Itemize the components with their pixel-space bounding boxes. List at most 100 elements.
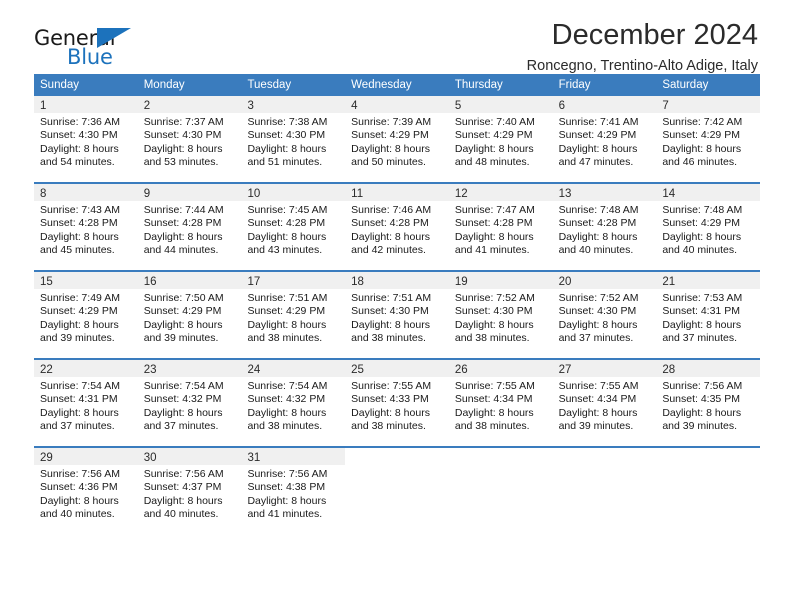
sunset-text: Sunset: 4:28 PM: [558, 217, 637, 230]
calendar-week-row: 8 Sunrise: 7:43 AM Sunset: 4:28 PM Daylight…: [34, 182, 761, 264]
day-number: 31: [247, 452, 261, 464]
day-cell[interactable]: 4 Sunrise: 7:39 AM Sunset: 4:29 PM Daylight…: [345, 96, 449, 176]
day-info: Sunrise: 7:53 AM Sunset: 4:31 PM Daylight:…: [656, 289, 760, 346]
day-number: 2: [143, 100, 151, 112]
day-cell[interactable]: 28 Sunrise: 7:56 AM Sunset: 4:35 PM Dayligh…: [656, 360, 761, 440]
sunset-text: Sunset: 4:28 PM: [143, 217, 222, 230]
day-cell[interactable]: 3 Sunrise: 7:38 AM Sunset: 4:30 PM Daylight…: [241, 96, 346, 176]
day-info: Sunrise: 7:47 AM Sunset: 4:28 PM Daylight:…: [449, 201, 553, 258]
day-cell[interactable]: 24 Sunrise: 7:54 AM Sunset: 4:32 PM Dayligh…: [241, 360, 346, 440]
sunset-text: Sunset: 4:31 PM: [662, 305, 740, 318]
daylight-text-line1: Daylight: 8 hours: [40, 318, 119, 331]
day-info: Sunrise: 7:52 AM Sunset: 4:30 PM Daylight:…: [449, 289, 553, 346]
day-cell[interactable]: 5 Sunrise: 7:40 AM Sunset: 4:29 PM Daylight…: [448, 96, 553, 176]
day-info: Sunrise: 7:55 AM Sunset: 4:34 PM Daylight:…: [449, 377, 553, 434]
daylight-text-line1: Daylight: 8 hours: [40, 142, 119, 155]
calendar-week-row: 29 Sunrise: 7:56 AM Sunset: 4:36 PM Dayligh…: [34, 446, 761, 528]
day-cell[interactable]: 26 Sunrise: 7:55 AM Sunset: 4:34 PM Dayligh…: [448, 360, 553, 440]
day-cell[interactable]: 25 Sunrise: 7:55 AM Sunset: 4:33 PM Dayligh…: [345, 360, 449, 440]
daylight-text-line1: Daylight: 8 hours: [662, 406, 742, 419]
day-number-band: [553, 448, 657, 465]
daylight-text-line2: and 44 minutes.: [143, 244, 219, 257]
day-number-band: 13: [552, 184, 657, 201]
day-number: 24: [247, 364, 261, 376]
day-info: Sunrise: 7:51 AM Sunset: 4:29 PM Daylight:…: [241, 289, 345, 346]
day-number: 9: [143, 188, 151, 200]
day-info: Sunrise: 7:44 AM Sunset: 4:28 PM Daylight:…: [138, 201, 242, 258]
daylight-text-line2: and 48 minutes.: [454, 156, 530, 169]
day-number: 30: [143, 452, 157, 464]
day-cell[interactable]: 19 Sunrise: 7:52 AM Sunset: 4:30 PM Dayligh…: [448, 272, 553, 352]
daylight-text-line2: and 39 minutes.: [143, 332, 219, 345]
day-cell[interactable]: 17 Sunrise: 7:51 AM Sunset: 4:29 PM Dayligh…: [241, 272, 346, 352]
day-number-band: 26: [448, 360, 553, 377]
day-number: 3: [247, 100, 254, 112]
day-number-band: 15: [34, 272, 138, 289]
day-cell[interactable]: 23 Sunrise: 7:54 AM Sunset: 4:32 PM Dayligh…: [137, 360, 242, 440]
sunset-text: Sunset: 4:34 PM: [454, 393, 533, 406]
day-cell[interactable]: 10 Sunrise: 7:45 AM Sunset: 4:28 PM Dayligh…: [241, 184, 346, 264]
daylight-text-line1: Daylight: 8 hours: [351, 406, 430, 419]
day-cell[interactable]: 21 Sunrise: 7:53 AM Sunset: 4:31 PM Dayligh…: [656, 272, 761, 352]
weekday-header-sunday: Sunday: [40, 79, 80, 91]
sunrise-text: Sunrise: 7:53 AM: [662, 292, 743, 304]
day-number-band: 21: [656, 272, 761, 289]
sunset-text: Sunset: 4:29 PM: [454, 129, 533, 142]
daylight-text-line2: and 41 minutes.: [454, 244, 530, 257]
weekday-header-friday: Friday: [558, 79, 591, 91]
day-number: 6: [558, 100, 565, 112]
sunrise-text: Sunrise: 7:55 AM: [454, 380, 535, 392]
daylight-text-line2: and 40 minutes.: [662, 244, 738, 257]
sunset-text: Sunset: 4:30 PM: [454, 305, 533, 318]
day-cell[interactable]: 6 Sunrise: 7:41 AM Sunset: 4:29 PM Daylight…: [552, 96, 657, 176]
sunset-text: Sunset: 4:30 PM: [40, 129, 118, 142]
daylight-text-line1: Daylight: 8 hours: [558, 406, 638, 419]
sunrise-text: Sunrise: 7:37 AM: [143, 116, 224, 128]
day-cell[interactable]: 16 Sunrise: 7:50 AM Sunset: 4:29 PM Dayligh…: [137, 272, 242, 352]
daylight-text-line2: and 38 minutes.: [351, 420, 426, 433]
day-info: Sunrise: 7:37 AM Sunset: 4:30 PM Daylight:…: [138, 113, 242, 170]
daylight-text-line2: and 51 minutes.: [247, 156, 323, 169]
sunrise-text: Sunrise: 7:55 AM: [351, 380, 432, 392]
daylight-text-line1: Daylight: 8 hours: [558, 230, 638, 243]
day-cell[interactable]: 9 Sunrise: 7:44 AM Sunset: 4:28 PM Daylight…: [137, 184, 242, 264]
daylight-text-line2: and 37 minutes.: [40, 420, 115, 433]
day-cell[interactable]: 7 Sunrise: 7:42 AM Sunset: 4:29 PM Daylight…: [656, 96, 761, 176]
day-number: 21: [662, 276, 676, 288]
day-cell[interactable]: 27 Sunrise: 7:55 AM Sunset: 4:34 PM Dayligh…: [552, 360, 657, 440]
day-cell[interactable]: 30 Sunrise: 7:56 AM Sunset: 4:37 PM Dayligh…: [137, 448, 242, 528]
daylight-text-line2: and 37 minutes.: [143, 420, 219, 433]
logo-text-blue: Blue: [67, 45, 113, 69]
daylight-text-line1: Daylight: 8 hours: [662, 318, 742, 331]
day-cell[interactable]: 12 Sunrise: 7:47 AM Sunset: 4:28 PM Dayligh…: [448, 184, 553, 264]
day-cell[interactable]: 14 Sunrise: 7:48 AM Sunset: 4:29 PM Dayligh…: [656, 184, 761, 264]
day-cell[interactable]: 2 Sunrise: 7:37 AM Sunset: 4:30 PM Daylight…: [137, 96, 242, 176]
daylight-text-line1: Daylight: 8 hours: [558, 142, 638, 155]
day-cell[interactable]: 15 Sunrise: 7:49 AM Sunset: 4:29 PM Dayligh…: [34, 272, 138, 352]
sunrise-text: Sunrise: 7:51 AM: [247, 292, 328, 304]
day-cell[interactable]: 31 Sunrise: 7:56 AM Sunset: 4:38 PM Dayligh…: [241, 448, 346, 528]
day-cell[interactable]: 1 Sunrise: 7:36 AM Sunset: 4:30 PM Daylight…: [34, 96, 138, 176]
day-info: Sunrise: 7:50 AM Sunset: 4:29 PM Daylight:…: [138, 289, 242, 346]
day-info: Sunrise: 7:40 AM Sunset: 4:29 PM Daylight:…: [449, 113, 553, 170]
day-cell[interactable]: 8 Sunrise: 7:43 AM Sunset: 4:28 PM Daylight…: [34, 184, 138, 264]
day-cell[interactable]: 13 Sunrise: 7:48 AM Sunset: 4:28 PM Dayligh…: [552, 184, 657, 264]
day-number-band: [449, 448, 553, 465]
daylight-text-line1: Daylight: 8 hours: [351, 142, 430, 155]
day-info: Sunrise: 7:48 AM Sunset: 4:29 PM Daylight:…: [656, 201, 760, 258]
sunset-text: Sunset: 4:34 PM: [558, 393, 637, 406]
day-cell[interactable]: 22 Sunrise: 7:54 AM Sunset: 4:31 PM Dayligh…: [34, 360, 138, 440]
day-cell[interactable]: 29 Sunrise: 7:56 AM Sunset: 4:36 PM Dayligh…: [34, 448, 138, 528]
sunset-text: Sunset: 4:37 PM: [143, 481, 222, 494]
generalblue-logo[interactable]: General Blue: [34, 26, 214, 74]
day-cell[interactable]: 20 Sunrise: 7:52 AM Sunset: 4:30 PM Dayligh…: [552, 272, 657, 352]
daylight-text-line2: and 37 minutes.: [558, 332, 634, 345]
calendar-week-row: 22 Sunrise: 7:54 AM Sunset: 4:31 PM Dayligh…: [34, 358, 761, 440]
day-cell[interactable]: 11 Sunrise: 7:46 AM Sunset: 4:28 PM Dayligh…: [345, 184, 449, 264]
day-cell[interactable]: 18 Sunrise: 7:51 AM Sunset: 4:30 PM Dayligh…: [345, 272, 449, 352]
day-number-band: 31: [241, 448, 346, 465]
sunrise-text: Sunrise: 7:52 AM: [558, 292, 639, 304]
day-info: Sunrise: 7:51 AM Sunset: 4:30 PM Daylight:…: [345, 289, 449, 346]
sunrise-text: Sunrise: 7:46 AM: [351, 204, 432, 216]
daylight-text-line1: Daylight: 8 hours: [247, 230, 327, 243]
